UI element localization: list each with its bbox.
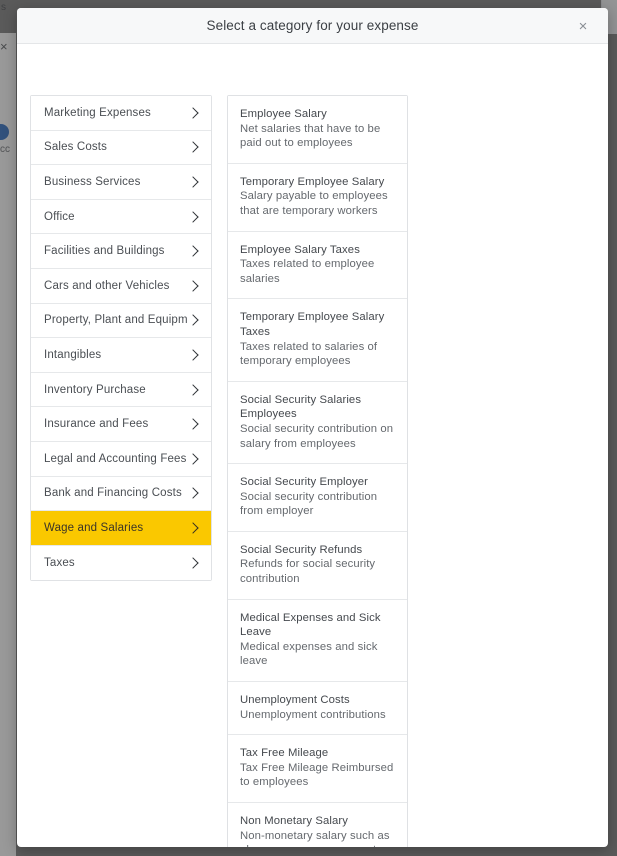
category-label: Sales Costs [44, 141, 108, 154]
subcategory-list: Employee Salary Net salaries that have to… [227, 95, 408, 847]
chevron-right-icon [187, 453, 199, 465]
close-icon[interactable]: × [566, 8, 600, 44]
category-row[interactable]: Legal and Accounting Fees [31, 441, 211, 477]
chevron-right-icon [187, 245, 199, 257]
chevron-right-icon [187, 211, 199, 223]
category-row[interactable]: Cars and other Vehicles [31, 268, 211, 304]
category-label: Legal and Accounting Fees [44, 452, 187, 465]
subcategory-row[interactable]: Tax Free Mileage Tax Free Mileage Reimbur… [228, 735, 407, 803]
category-row[interactable]: Taxes [31, 545, 211, 581]
category-label: Taxes [44, 557, 75, 570]
dialog-header: Select a category for your expense × [17, 8, 608, 44]
subcategory-title: Non Monetary Salary [240, 815, 349, 827]
subcategory-title: Medical Expenses and Sick Leave [240, 611, 381, 639]
subcategory-row[interactable]: Unemployment Costs Unemployment contribut… [228, 682, 407, 736]
subcategory-title: Employee Salary Taxes [240, 243, 360, 256]
category-row[interactable]: Insurance and Fees [31, 407, 211, 442]
category-row[interactable]: Property, Plant and Equipment [31, 303, 211, 339]
category-row[interactable]: Office [31, 199, 211, 235]
subcategory-row[interactable]: Temporary Employee Salary Salary payable … [228, 163, 407, 232]
subcategory-row[interactable]: Non Monetary Salary Non-monetary salary s… [228, 803, 407, 847]
chevron-right-icon [187, 280, 199, 292]
chevron-right-icon [187, 384, 199, 396]
category-picker-dialog: Select a category for your expense × Mar… [17, 8, 608, 847]
subcategory-row[interactable]: Employee Salary Taxes Taxes related to em… [228, 231, 407, 300]
chevron-right-icon [187, 349, 199, 361]
subcategory-title: Temporary Employee Salary Taxes [240, 311, 385, 338]
category-label: Insurance and Fees [44, 418, 149, 431]
category-row[interactable]: Intangibles [31, 338, 211, 373]
category-row[interactable]: Inventory Purchase [31, 372, 211, 408]
subcategory-description: Social security contribution from employ… [240, 490, 378, 518]
category-label: Intangibles [44, 348, 102, 361]
subcategory-row[interactable]: Social Security Employer Social security … [228, 464, 407, 532]
category-label: Cars and other Vehicles [44, 279, 170, 292]
subcategory-description: Taxes related to salaries of temporary e… [240, 340, 378, 368]
category-label: Wage and Salaries [44, 521, 144, 534]
subcategory-row[interactable]: Social Security Salaries Employees Social… [228, 381, 407, 465]
subcategory-description: Net salaries that have to be paid out to… [240, 122, 381, 150]
subcategory-description: Salary payable to employees that are tem… [240, 190, 388, 217]
chevron-right-icon [187, 176, 199, 188]
category-list: Marketing Expenses Sales Costs Business Se… [30, 95, 212, 582]
subcategory-description: Medical expenses and sick leave [240, 640, 378, 668]
chevron-right-icon [187, 487, 199, 499]
category-label: Facilities and Buildings [44, 245, 165, 258]
category-label: Bank and Financing Costs [44, 487, 182, 500]
subcategory-title: Social Security Refunds [240, 543, 363, 556]
dialog-body: Marketing Expenses Sales Costs Business Se… [17, 44, 608, 847]
subcategory-description: Social security contribution on salary f… [240, 422, 394, 450]
category-row[interactable]: Bank and Financing Costs [31, 476, 211, 512]
chevron-right-icon [187, 557, 199, 569]
category-row[interactable]: Sales Costs [31, 130, 211, 166]
chevron-right-icon [187, 107, 199, 119]
subcategory-description: Unemployment contributions [240, 708, 386, 721]
subcategory-row[interactable]: Temporary Employee Salary Taxes Taxes rel… [228, 299, 407, 382]
subcategory-title: Temporary Employee Salary [240, 175, 385, 188]
chevron-right-icon [187, 141, 199, 153]
chevron-right-icon [187, 522, 199, 534]
category-row[interactable]: Marketing Expenses [31, 96, 211, 131]
subcategory-description: Tax Free Mileage Reimbursed to employees [240, 761, 394, 789]
category-label: Marketing Expenses [44, 106, 151, 119]
subcategory-row[interactable]: Social Security Refunds Refunds for socia… [228, 531, 407, 600]
subcategory-title: Social Security Employer [240, 476, 368, 489]
category-row[interactable]: Business Services [31, 165, 211, 200]
subcategory-description: Refunds for social security contribution [240, 558, 376, 586]
category-label: Inventory Purchase [44, 383, 146, 396]
category-row[interactable]: Wage and Salaries [31, 511, 211, 546]
subcategory-row[interactable]: Medical Expenses and Sick Leave Medical e… [228, 599, 407, 683]
subcategory-row[interactable]: Employee Salary Net salaries that have to… [228, 96, 407, 164]
subcategory-description: Non-monetary salary such as phone usage,… [240, 829, 390, 847]
dialog-title: Select a category for your expense [206, 18, 419, 33]
subcategory-title: Unemployment Costs [240, 694, 350, 707]
subcategory-title: Social Security Salaries Employees [240, 393, 362, 421]
category-label: Business Services [44, 175, 141, 188]
chevron-right-icon [187, 314, 199, 326]
category-label: Office [44, 210, 75, 223]
subcategory-description: Taxes related to employee salaries [240, 258, 375, 285]
subcategory-title: Tax Free Mileage [240, 747, 329, 760]
category-row[interactable]: Facilities and Buildings [31, 234, 211, 269]
subcategory-title: Employee Salary [240, 108, 327, 120]
category-label: Property, Plant and Equipment [44, 314, 187, 327]
chevron-right-icon [187, 418, 199, 430]
